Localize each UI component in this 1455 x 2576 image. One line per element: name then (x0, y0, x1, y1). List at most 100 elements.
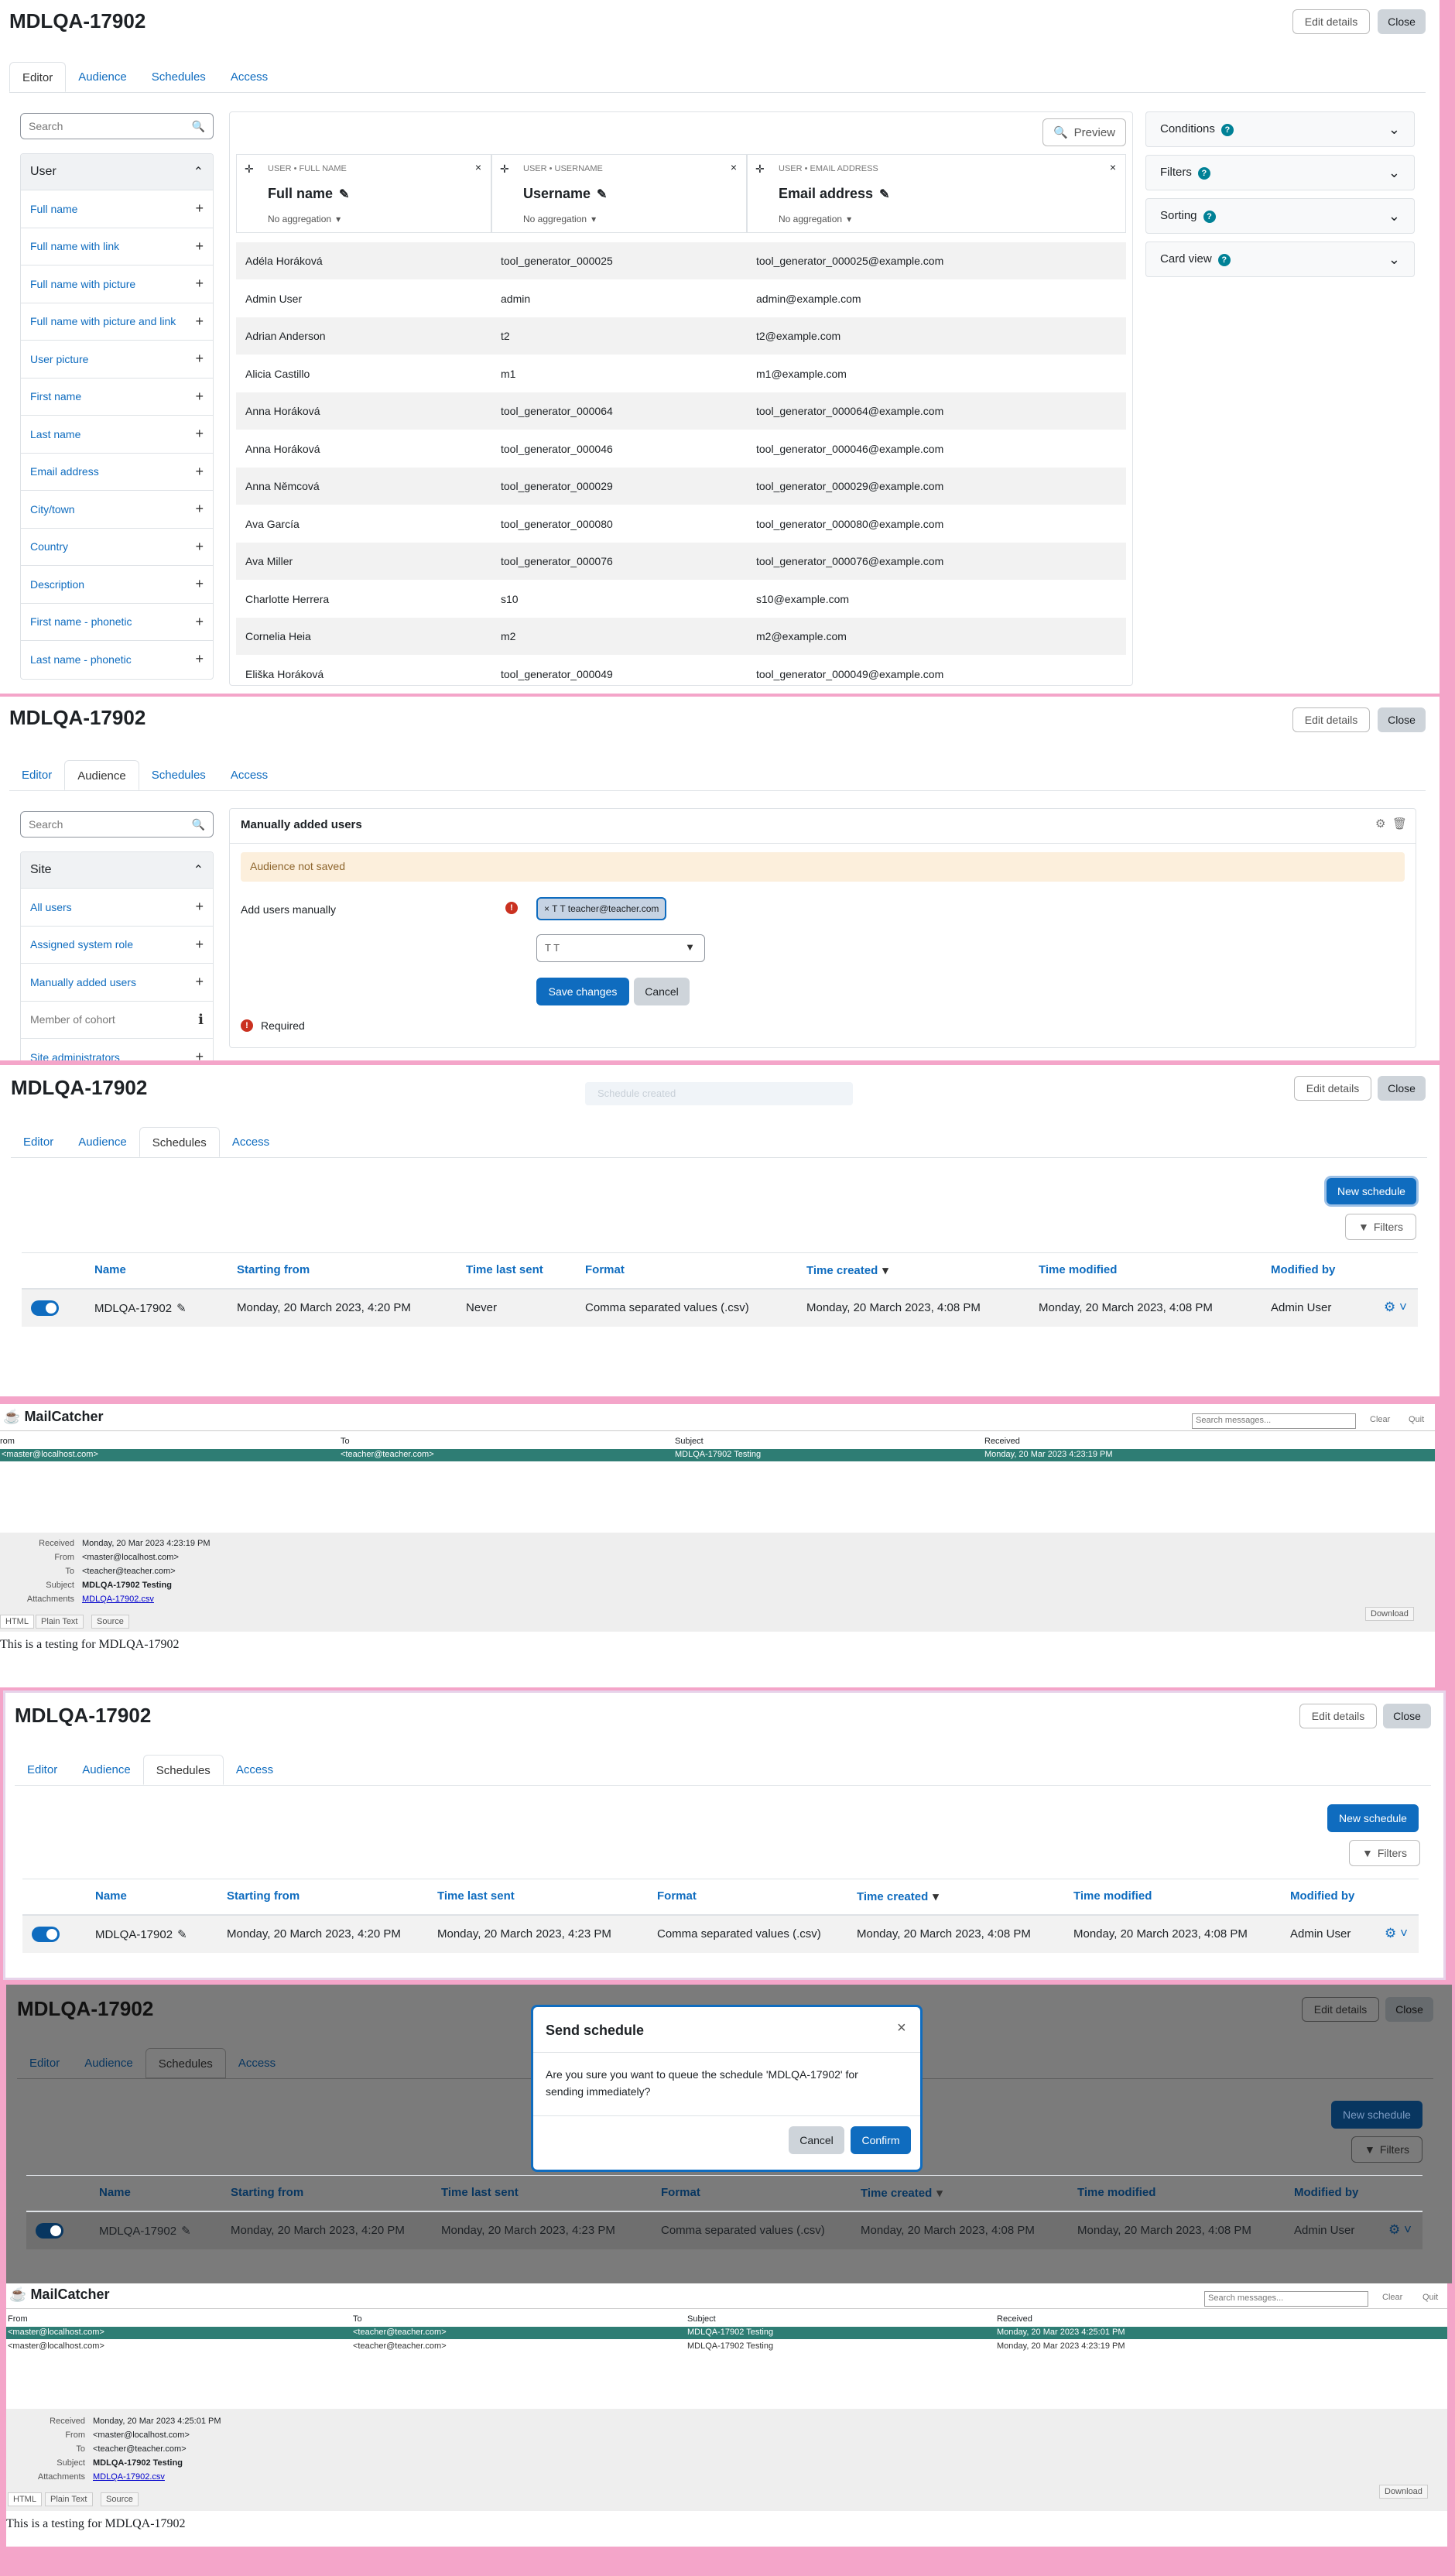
column-header[interactable]: Time created ▾ (857, 1889, 939, 1903)
edit-details-button[interactable]: Edit details (1292, 707, 1370, 732)
selected-user-chip[interactable]: × T T teacher@teacher.com (536, 897, 667, 920)
tab-access[interactable]: Access (226, 2048, 288, 2078)
message-row[interactable]: <master@localhost.com> <teacher@teacher.… (6, 2327, 1447, 2339)
column-header[interactable]: Time last sent (437, 1889, 515, 1903)
gear-icon[interactable]: ⚙ ˅ (1385, 1926, 1408, 1941)
gear-icon[interactable]: ⚙ ˅ (1384, 1300, 1407, 1315)
clear-button[interactable]: Clear (1382, 2293, 1402, 2302)
column-header[interactable]: Time modified (1073, 1889, 1152, 1903)
tab-editor[interactable]: Editor (15, 1755, 70, 1785)
tab-source[interactable]: Source (101, 2492, 139, 2506)
column-header[interactable]: Time last sent (441, 2186, 519, 2199)
column-header[interactable]: ✛ × USER • USERNAME Username ✎ No aggregation… (491, 154, 747, 233)
new-schedule-button[interactable]: New schedule (1331, 2101, 1422, 2129)
column-header[interactable]: Time modified (1039, 1263, 1117, 1276)
tab-audience[interactable]: Audience (72, 2048, 146, 2078)
settings-card[interactable]: Filters? ⌄ (1145, 155, 1415, 190)
table-cell[interactable]: MDLQA-17902 ✎ (95, 1927, 187, 1941)
column-header[interactable]: Name (94, 1263, 126, 1276)
column-header[interactable]: Format (657, 1889, 697, 1903)
audience-type-item[interactable]: Member of cohort ℹ (21, 1000, 213, 1039)
table-cell[interactable]: MDLQA-17902 ✎ (94, 1301, 187, 1315)
search-input[interactable]: Search 🔍 (20, 811, 214, 838)
cancel-button[interactable]: Cancel (789, 2126, 844, 2154)
help-icon[interactable]: ? (1217, 254, 1231, 266)
audience-type-item[interactable]: Assigned system role + (21, 925, 213, 964)
edit-details-button[interactable]: Edit details (1294, 1076, 1371, 1101)
table-cell[interactable]: MDLQA-17902 ✎ (99, 2224, 191, 2238)
message-row[interactable]: <master@localhost.com> <teacher@teacher.… (0, 1449, 1435, 1461)
tab-plain-text[interactable]: Plain Text (45, 2492, 93, 2506)
column-header[interactable]: ✛ × USER • FULL NAME Full name ✎ No aggregati… (236, 154, 491, 233)
tab-access[interactable]: Access (220, 1127, 282, 1157)
help-icon[interactable]: ? (1203, 211, 1216, 223)
tab-plain-text[interactable]: Plain Text (36, 1615, 84, 1629)
column-title[interactable]: Full name ✎ (268, 186, 349, 202)
tab-schedules[interactable]: Schedules (139, 62, 218, 92)
column-header[interactable]: Time modified (1077, 2186, 1155, 2199)
delete-icon[interactable]: 🗑 (1392, 817, 1407, 831)
close-button[interactable]: Close (1378, 1076, 1426, 1101)
column-header[interactable]: Format (585, 1263, 625, 1276)
remove-column-icon[interactable]: × (1110, 161, 1116, 173)
help-icon[interactable]: ? (1197, 167, 1210, 180)
column-title[interactable]: Email address ✎ (779, 186, 889, 202)
new-schedule-button[interactable]: New schedule (1327, 1178, 1416, 1204)
aggregation-select[interactable]: No aggregation ▾ (523, 214, 596, 224)
download-button[interactable]: Download (1365, 1607, 1414, 1621)
clear-button[interactable]: Clear (1370, 1415, 1390, 1424)
sidebar-field-item[interactable]: Last name - phonetic + (21, 640, 213, 678)
attachment-link[interactable]: MDLQA-17902.csv (93, 2472, 165, 2482)
sidebar-field-item[interactable]: First name - phonetic + (21, 602, 213, 641)
download-button[interactable]: Download (1379, 2485, 1428, 2499)
close-button[interactable]: Close (1383, 1704, 1431, 1728)
column-header[interactable]: Modified by (1290, 1889, 1354, 1903)
move-icon[interactable]: ✛ (245, 163, 254, 176)
filters-button[interactable]: ▼ Filters (1345, 1214, 1416, 1240)
column-header[interactable]: Starting from (227, 1889, 300, 1903)
column-header[interactable]: Modified by (1271, 1263, 1335, 1276)
tab-schedules[interactable]: Schedules (142, 1755, 224, 1785)
sidebar-field-item[interactable]: City/town + (21, 490, 213, 528)
edit-details-button[interactable]: Edit details (1299, 1704, 1377, 1728)
tab-schedules[interactable]: Schedules (139, 1127, 220, 1157)
aggregation-select[interactable]: No aggregation ▾ (779, 214, 851, 224)
filters-button[interactable]: ▼ Filters (1351, 2136, 1422, 2163)
sidebar-field-item[interactable]: Last name + (21, 415, 213, 453)
aggregation-select[interactable]: No aggregation ▾ (268, 214, 341, 224)
filters-button[interactable]: ▼ Filters (1349, 1840, 1420, 1866)
edit-details-button[interactable]: Edit details (1292, 9, 1370, 34)
save-changes-button[interactable]: Save changes (536, 978, 629, 1005)
user-select[interactable]: T T ▼ (536, 934, 705, 962)
search-input[interactable]: Search 🔍 (20, 113, 214, 139)
move-icon[interactable]: ✛ (755, 163, 765, 176)
cancel-button[interactable]: Cancel (634, 978, 690, 1005)
tab-html[interactable]: HTML (8, 2492, 42, 2506)
sidebar-field-item[interactable]: Full name with link + (21, 227, 213, 265)
column-header[interactable]: Modified by (1294, 2186, 1358, 2199)
close-button[interactable]: Close (1378, 9, 1426, 34)
tab-html[interactable]: HTML (0, 1615, 34, 1629)
edit-details-button[interactable]: Edit details (1302, 1997, 1379, 2022)
audience-type-item[interactable]: Site administrators + (21, 1038, 213, 1060)
move-icon[interactable]: ✛ (500, 163, 509, 176)
sidebar-field-item[interactable]: Email address + (21, 452, 213, 491)
search-messages-input[interactable]: Search messages... (1204, 2291, 1368, 2307)
sidebar-header[interactable]: Site ⌃ (21, 852, 213, 888)
close-icon[interactable]: × (897, 2019, 906, 2037)
tab-access[interactable]: Access (224, 1755, 286, 1785)
edit-pencil-icon[interactable]: ✎ (177, 1928, 187, 1941)
sidebar-field-item[interactable]: Full name + (21, 190, 213, 228)
column-header[interactable]: Starting from (231, 2186, 303, 2199)
tab-schedules[interactable]: Schedules (145, 2048, 226, 2078)
column-header[interactable]: Time last sent (466, 1263, 543, 1276)
tab-audience[interactable]: Audience (64, 760, 139, 790)
enabled-toggle[interactable] (32, 1927, 60, 1942)
tab-editor[interactable]: Editor (17, 2048, 72, 2078)
message-row[interactable]: <master@localhost.com> <teacher@teacher.… (6, 2341, 1447, 2353)
preview-button[interactable]: 🔍 Preview (1042, 118, 1126, 146)
attachment-link[interactable]: MDLQA-17902.csv (82, 1595, 154, 1604)
new-schedule-button[interactable]: New schedule (1327, 1804, 1419, 1832)
settings-card[interactable]: Card view? ⌄ (1145, 242, 1415, 277)
edit-pencil-icon[interactable]: ✎ (597, 188, 607, 201)
